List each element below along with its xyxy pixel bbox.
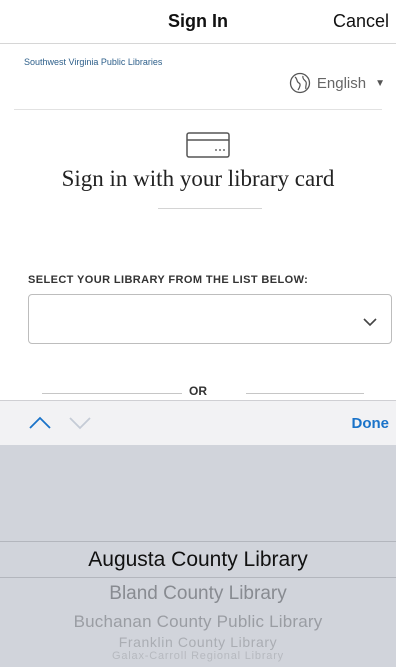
credit-card-icon <box>186 132 230 163</box>
picker-selection-line <box>0 541 396 542</box>
picker-item[interactable]: Buchanan County Public Library <box>0 612 396 632</box>
or-divider: OR <box>0 384 396 400</box>
or-line-right <box>246 393 364 394</box>
picker-item[interactable]: Augusta County Library <box>0 548 396 572</box>
heading-divider <box>158 208 262 209</box>
section-divider <box>14 109 382 110</box>
language-label: English <box>316 74 367 92</box>
picker-selection-line <box>0 577 396 578</box>
library-select[interactable] <box>28 294 392 344</box>
chevron-down-icon <box>363 314 377 332</box>
picker-item[interactable]: Galax-Carroll Regional Library <box>0 650 396 662</box>
cancel-button[interactable]: Cancel <box>333 11 389 32</box>
caret-down-icon: ▼ <box>375 77 385 89</box>
picker-item[interactable]: Franklin County Library <box>0 634 396 650</box>
or-text: OR <box>189 384 207 398</box>
nav-bar: Sign In Cancel <box>0 0 396 44</box>
picker-toolbar: Done <box>0 400 396 445</box>
select-library-label: SELECT YOUR LIBRARY FROM THE LIST BELOW: <box>28 274 309 286</box>
language-selector[interactable]: English ▼ <box>289 72 385 94</box>
library-name: Southwest Virginia Public Libraries <box>24 57 163 67</box>
chevron-up-icon[interactable] <box>28 416 52 435</box>
signin-heading: Sign in with your library card <box>61 166 335 191</box>
library-picker-wheel[interactable]: Augusta County Library Bland County Libr… <box>0 445 396 667</box>
globe-icon <box>289 72 311 94</box>
picker-item[interactable]: Bland County Library <box>0 583 396 605</box>
done-button[interactable]: Done <box>352 415 390 432</box>
chevron-down-icon[interactable] <box>68 416 92 435</box>
